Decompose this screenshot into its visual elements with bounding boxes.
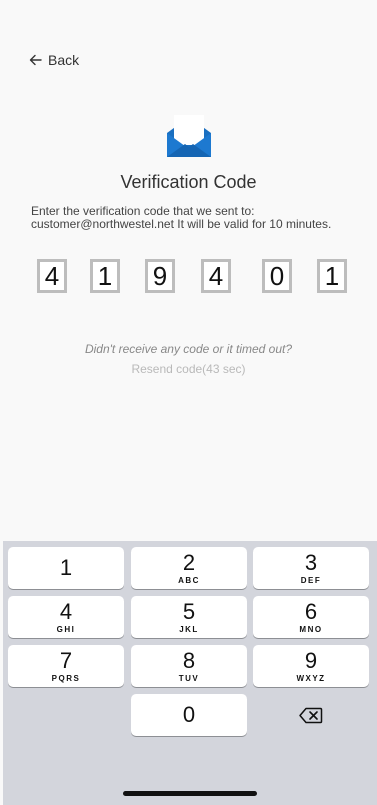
key-5[interactable]: 5 JKL <box>131 596 247 638</box>
key-9[interactable]: 9 WXYZ <box>253 645 369 687</box>
arrow-left-icon <box>29 54 42 66</box>
code-digit-box[interactable]: 4 <box>201 259 231 293</box>
delete-key[interactable] <box>253 694 369 736</box>
key-letters: TUV <box>178 673 200 683</box>
key-letters: PQRS <box>51 673 81 683</box>
key-number: 6 <box>304 598 318 624</box>
verification-screen: Back Verification Code Enter the verific… <box>0 0 377 805</box>
code-digit-box[interactable]: 1 <box>317 259 347 293</box>
resend-code-link[interactable]: Resend code(43 sec) <box>0 362 377 376</box>
key-letters: WXYZ <box>296 673 326 683</box>
key-number: 3 <box>304 549 318 575</box>
code-digit-box[interactable]: 4 <box>37 259 67 293</box>
verification-description: Enter the verification code that we sent… <box>31 204 332 231</box>
key-7[interactable]: 7 PQRS <box>8 645 124 687</box>
verification-code-input[interactable]: 4 1 9 4 0 1 <box>0 259 377 295</box>
key-letters: DEF <box>300 575 322 585</box>
key-number: 5 <box>182 598 196 624</box>
code-digit: 4 <box>40 261 64 291</box>
key-3[interactable]: 3 DEF <box>253 547 369 589</box>
envelope-open-icon <box>167 115 211 157</box>
key-letters: ABC <box>178 575 200 585</box>
code-digit-box[interactable]: 0 <box>262 259 292 293</box>
numeric-keyboard: 1 2 ABC 3 DEF 4 GHI 5 JKL 6 MNO 7 PQRS 8… <box>3 541 377 805</box>
key-number: 2 <box>182 549 196 575</box>
key-number: 7 <box>59 647 73 673</box>
key-2[interactable]: 2 ABC <box>131 547 247 589</box>
key-number: 1 <box>59 555 73 580</box>
back-button[interactable]: Back <box>29 52 79 68</box>
timeout-text: Didn't receive any code or it timed out? <box>84 342 293 356</box>
key-1[interactable]: 1 <box>8 547 124 589</box>
key-number: 8 <box>182 647 196 673</box>
key-number: 0 <box>182 702 196 727</box>
code-digit: 0 <box>265 261 289 291</box>
key-letters: GHI <box>56 624 76 634</box>
backspace-icon <box>299 707 323 723</box>
key-number: 4 <box>59 598 73 624</box>
code-digit: 1 <box>93 261 117 291</box>
key-8[interactable]: 8 TUV <box>131 645 247 687</box>
home-indicator <box>123 791 257 796</box>
back-label: Back <box>48 52 80 68</box>
code-digit: 9 <box>148 261 172 291</box>
code-digit-box[interactable]: 1 <box>90 259 120 293</box>
code-digit-box[interactable]: 9 <box>145 259 175 293</box>
code-digit: 4 <box>204 261 228 291</box>
key-0[interactable]: 0 <box>131 694 247 736</box>
key-number: 9 <box>304 647 318 673</box>
key-4[interactable]: 4 GHI <box>8 596 124 638</box>
key-6[interactable]: 6 MNO <box>253 596 369 638</box>
page-title: Verification Code <box>120 172 257 192</box>
key-letters: MNO <box>299 624 323 634</box>
code-digit: 1 <box>320 261 344 291</box>
key-letters: JKL <box>179 624 199 634</box>
